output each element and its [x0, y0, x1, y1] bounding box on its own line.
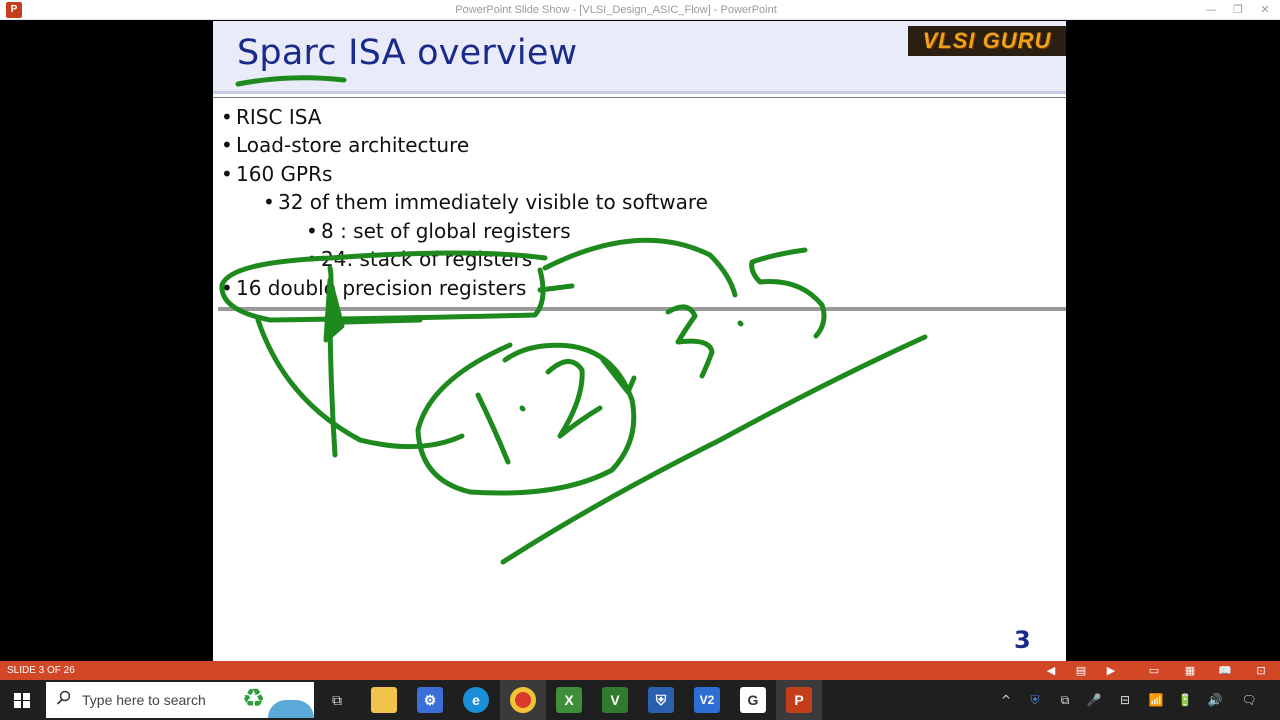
notifications-tray-icon[interactable]: 🗨: [1241, 692, 1257, 708]
slide-counter: SLIDE 3 OF 26: [7, 665, 75, 676]
slide-number: 3: [1014, 626, 1031, 654]
vscode-like-icon[interactable]: V2: [694, 687, 720, 713]
next-slide-icon[interactable]: ▶: [1103, 663, 1119, 678]
bullet-item: • Load-store architecture: [221, 133, 470, 157]
defender-icon[interactable]: ⛨: [648, 687, 674, 713]
search-icon: [56, 690, 71, 705]
window-title-bar: P PowerPoint Slide Show - [VLSI_Design_A…: [0, 0, 1280, 20]
slideshow-status-bar: SLIDE 3 OF 26 ◀ ▤ ▶ ▭ ▦ 📖 ⊡: [0, 661, 1280, 680]
battery-tray-icon[interactable]: 🔋: [1177, 692, 1193, 708]
restore-button[interactable]: ❐: [1228, 2, 1248, 18]
reading-view-icon[interactable]: 📖: [1217, 663, 1233, 678]
google-icon[interactable]: G: [740, 687, 766, 713]
close-button[interactable]: ✕: [1255, 2, 1275, 18]
volume-tray-icon[interactable]: 🔊: [1207, 692, 1223, 708]
recycle-icon: ♻: [242, 684, 266, 714]
windows-logo-icon: [14, 693, 30, 708]
slide[interactable]: Sparc ISA overview VLSI GURU • RISC ISA •…: [213, 21, 1066, 661]
start-button[interactable]: [0, 680, 45, 720]
microphone-tray-icon[interactable]: 🎤: [1086, 692, 1102, 708]
slide-sorter-icon[interactable]: ▦: [1182, 663, 1198, 678]
file-explorer-icon[interactable]: [371, 687, 397, 713]
chrome-icon[interactable]: [510, 687, 536, 713]
search-placeholder: Type here to search: [82, 692, 206, 708]
minimize-button[interactable]: —: [1201, 2, 1221, 18]
show-hidden-icons-icon[interactable]: ^: [998, 692, 1014, 708]
previous-slide-icon[interactable]: ◀: [1043, 663, 1059, 678]
security-tray-icon[interactable]: ⛨: [1027, 692, 1043, 708]
bullet-item: • 24: stack of registers: [306, 247, 533, 271]
excel-like-icon[interactable]: X: [556, 687, 582, 713]
bullet-item: • 16 double precision registers: [221, 276, 527, 300]
windows-taskbar: Type here to search ♻ ⧉ ⚙ e X V ⛨ V2 G P…: [0, 680, 1280, 720]
taskbar-search-box[interactable]: Type here to search ♻: [46, 682, 314, 718]
earth-day-highlight-icon: [268, 700, 314, 718]
bullet-item: • 8 : set of global registers: [306, 219, 571, 243]
vim-icon[interactable]: V: [602, 687, 628, 713]
header-rule: [213, 91, 1066, 94]
bullet-item: • RISC ISA: [221, 105, 322, 129]
slide-header: Sparc ISA overview VLSI GURU: [213, 21, 1066, 98]
window-title: PowerPoint Slide Show - [VLSI_Design_ASI…: [455, 4, 777, 16]
powerpoint-icon[interactable]: P: [786, 687, 812, 713]
network-app-icon[interactable]: ⚙: [417, 687, 443, 713]
content-divider: [218, 307, 1066, 311]
bullet-item: • 160 GPRs: [221, 162, 333, 186]
wifi-tray-icon[interactable]: 📶: [1148, 692, 1164, 708]
slide-show-stage: Sparc ISA overview VLSI GURU • RISC ISA •…: [0, 21, 1280, 661]
slide-title: Sparc ISA overview: [237, 33, 578, 73]
edge-icon[interactable]: e: [463, 687, 489, 713]
vlsi-guru-logo: VLSI GURU: [908, 26, 1066, 56]
slideshow-view-icon[interactable]: ⊡: [1253, 663, 1269, 678]
display-tray-icon[interactable]: ⊟: [1117, 692, 1133, 708]
notes-icon[interactable]: ▤: [1073, 663, 1089, 678]
header-rule-thin: [213, 97, 1066, 98]
device-tray-icon[interactable]: ⧉: [1057, 692, 1073, 708]
normal-view-icon[interactable]: ▭: [1146, 663, 1162, 678]
bullet-item: • 32 of them immediately visible to softw…: [263, 190, 708, 214]
task-view-icon[interactable]: ⧉: [324, 687, 350, 713]
